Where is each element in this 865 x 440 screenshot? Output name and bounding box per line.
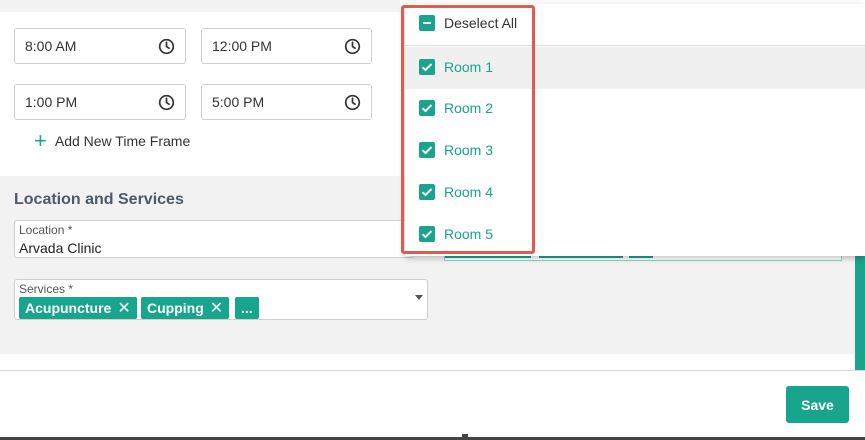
chip-label: Acupuncture (25, 300, 112, 316)
close-icon[interactable]: ✕ (210, 298, 223, 318)
room-option-3[interactable]: Room 3 (419, 140, 493, 160)
services-label: Services * (19, 282, 74, 296)
clock-icon[interactable] (344, 38, 361, 55)
chevron-down-icon[interactable] (415, 295, 423, 300)
option-label: Deselect All (444, 15, 518, 31)
footer-divider (0, 370, 865, 371)
room-option-5[interactable]: Room 5 (419, 224, 493, 244)
time-value: 5:00 PM (212, 94, 265, 110)
time-frame-2-end-input[interactable]: 5:00 PM (201, 84, 372, 120)
option-label: Room 1 (444, 59, 494, 75)
chip-label: Cupping (147, 300, 204, 316)
checkbox-indeterminate-icon[interactable] (419, 15, 435, 31)
add-time-frame-button[interactable]: + Add New Time Frame (34, 128, 191, 153)
option-label: Room 4 (444, 184, 494, 200)
checkbox-checked-icon[interactable] (419, 59, 435, 75)
checkbox-checked-icon[interactable] (419, 142, 435, 158)
option-label: Room 3 (444, 142, 494, 158)
clock-icon[interactable] (158, 38, 175, 55)
room-option-1[interactable]: Room 1 (419, 57, 493, 77)
service-chip-acupuncture: Acupuncture ✕ (19, 297, 137, 319)
location-value: Arvada Clinic (19, 240, 102, 256)
option-label: Room 2 (444, 100, 494, 116)
checkbox-checked-icon[interactable] (419, 226, 435, 242)
clock-icon[interactable] (344, 94, 361, 111)
location-label: Location * (19, 223, 73, 237)
section-title: Location and Services (14, 191, 184, 208)
accent-bar (855, 250, 865, 370)
time-value: 8:00 AM (25, 38, 77, 54)
save-button[interactable]: Save (786, 386, 849, 423)
room-option-2[interactable]: Room 2 (419, 98, 493, 118)
top-strip (0, 0, 400, 12)
location-field[interactable]: Location * Arvada Clinic (14, 220, 414, 258)
deselect-all-option[interactable]: Deselect All (419, 13, 517, 33)
checkbox-checked-icon[interactable] (419, 100, 435, 116)
room-option-4[interactable]: Room 4 (419, 182, 493, 202)
add-time-frame-label: Add New Time Frame (54, 133, 191, 149)
service-chip-cupping: Cupping ✕ (141, 297, 230, 319)
services-field[interactable]: Services * Acupuncture ✕ Cupping ✕ ... (14, 279, 428, 320)
option-label: Room 5 (444, 226, 494, 242)
service-chip-more[interactable]: ... (235, 297, 259, 319)
close-icon[interactable]: ✕ (117, 298, 130, 318)
time-value: 12:00 PM (212, 38, 272, 54)
dropdown-divider (405, 45, 865, 46)
rooms-dropdown: Deselect All Room 1 Room 2 Room 3 Room 4… (405, 4, 865, 256)
time-value: 1:00 PM (25, 94, 78, 110)
clock-icon[interactable] (158, 94, 175, 111)
checkbox-checked-icon[interactable] (419, 184, 435, 200)
time-frame-1-end-input[interactable]: 12:00 PM (201, 28, 372, 64)
plus-icon: + (34, 128, 47, 153)
time-frame-2-start-input[interactable]: 1:00 PM (14, 84, 186, 120)
time-frame-1-start-input[interactable]: 8:00 AM (14, 28, 186, 64)
chip-more-label: ... (241, 300, 253, 316)
